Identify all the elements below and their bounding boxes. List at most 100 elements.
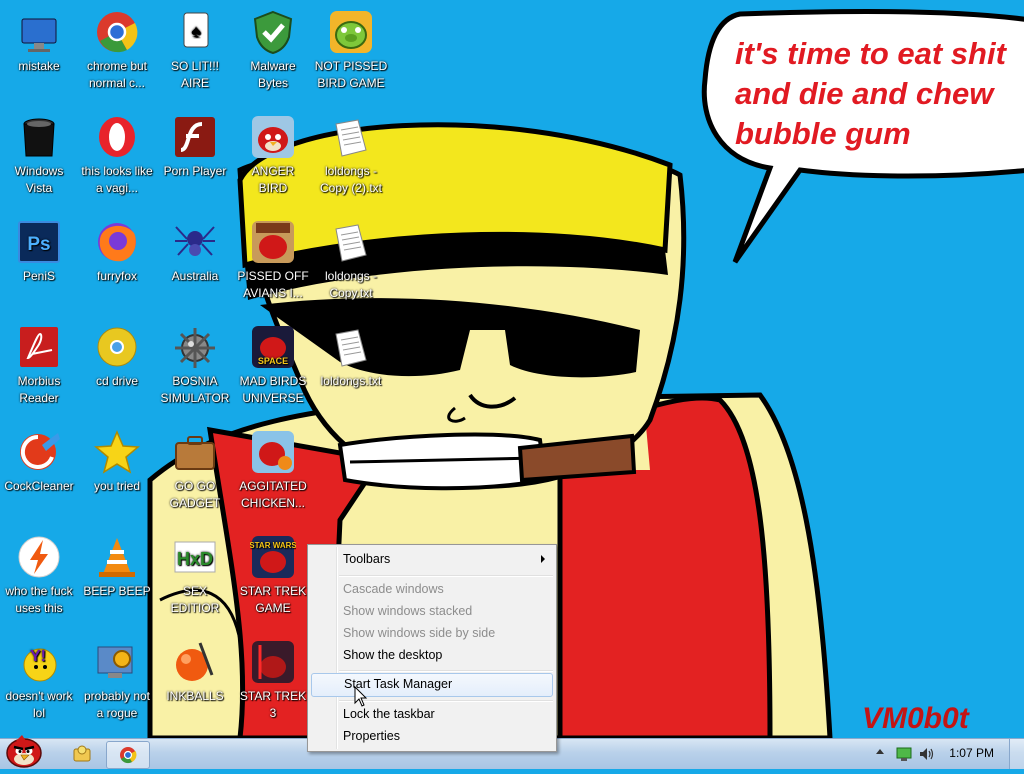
briefcase-icon (172, 429, 218, 475)
menu-item-start-task-manager[interactable]: Start Task Manager (311, 673, 553, 697)
firefox-icon (94, 219, 140, 265)
cd-icon (94, 324, 140, 370)
desktop-icon-label: MAD BIRDS UNIVERSE (239, 374, 307, 405)
desktop-icon[interactable]: cd drive (78, 317, 156, 390)
desktop-icon-label: SO LIT!!! AIRE (170, 59, 219, 90)
svg-text:♠: ♠ (191, 21, 201, 41)
show-hidden-icons-arrow[interactable] (876, 749, 884, 754)
desktop-icon[interactable]: STAR TREK 3 (234, 632, 312, 722)
desktop-icon-label: AGGITATED CHICKEN... (239, 479, 307, 510)
menu-item-label: Toolbars (343, 552, 391, 566)
desktop-icon-label: INKBALLS (166, 689, 224, 703)
menu-separator (339, 575, 553, 577)
red-bird-icon (250, 114, 296, 160)
taskbar-explorer-button[interactable] (62, 741, 102, 767)
desktop-icon[interactable]: loldongs - Copy.txt (312, 212, 390, 302)
text-file-icon (328, 324, 374, 370)
desktop-icon[interactable]: loldongs.txt (312, 317, 390, 390)
desktop-icon[interactable]: CockCleaner (0, 422, 78, 495)
desktop-icon[interactable]: SPACE MAD BIRDS UNIVERSE (234, 317, 312, 407)
chrome-icon (120, 747, 137, 764)
chrome-icon (94, 9, 140, 55)
desktop-icon[interactable]: loldongs - Copy (2).txt (312, 107, 390, 197)
desktop-icon[interactable]: Porn Player (156, 107, 234, 180)
computer-icon (16, 9, 62, 55)
desktop-icon[interactable]: Y! doesn't work lol (0, 632, 78, 722)
desktop-icon-label: cd drive (95, 374, 139, 388)
angry-bird-start-icon (6, 735, 42, 768)
network-icon[interactable] (896, 746, 912, 762)
desktop-icon[interactable]: STAR WARS STAR TREK GAME (234, 527, 312, 617)
desktop-icon[interactable]: BOSNIA SIMULATOR (156, 317, 234, 407)
desktop-icon-label: loldongs - Copy.txt (324, 269, 378, 300)
menu-item-properties[interactable]: Properties (311, 725, 553, 747)
menu-item-label: Properties (343, 729, 400, 743)
menu-item-cascade-windows[interactable]: Cascade windows (311, 578, 553, 600)
desktop-icon-label: this looks like a vagi... (81, 164, 153, 195)
desktop-icon-label: STAR TREK 3 (239, 689, 307, 720)
desktop-icon-label: ANGER BIRD (251, 164, 295, 195)
desktop-icon[interactable]: GO GO GADGET (156, 422, 234, 512)
opera-icon (94, 114, 140, 160)
menu-separator (339, 670, 553, 672)
speech-line: and die and chew (735, 76, 994, 111)
desktop-icon[interactable]: Morbius Reader (0, 317, 78, 407)
photoshop-icon: Ps (16, 219, 62, 265)
star-icon (94, 429, 140, 475)
desktop-icon[interactable]: INKBALLS (156, 632, 234, 705)
desktop-icon-label: GO GO GADGET (169, 479, 221, 510)
show-desktop-button[interactable] (1009, 739, 1024, 769)
shield-icon (250, 9, 296, 55)
desktop-icon[interactable]: chrome but normal c... (78, 2, 156, 92)
rio-bird-icon (250, 429, 296, 475)
speech-line: bubble gum (735, 116, 911, 151)
desktop-icon[interactable]: BEEP BEEP (78, 527, 156, 600)
menu-item-lock-taskbar[interactable]: Lock the taskbar (311, 703, 553, 725)
mouse-cursor-icon (354, 686, 368, 707)
desktop-icon[interactable]: Ps PeniS (0, 212, 78, 285)
menu-item-toolbars[interactable]: Toolbars (311, 548, 553, 570)
pig-icon (328, 9, 374, 55)
desktop-icon-label: you tried (93, 479, 141, 493)
desktop-icon[interactable]: mistake (0, 2, 78, 75)
pdf-icon (16, 324, 62, 370)
desktop-icon[interactable]: ANGER BIRD (234, 107, 312, 197)
desktop-icon[interactable]: Windows Vista (0, 107, 78, 197)
desktop-icon[interactable]: this looks like a vagi... (78, 107, 156, 197)
desktop-icon[interactable]: HxD SEX EDITIOR (156, 527, 234, 617)
desktop-icon-label: NOT PISSED BIRD GAME (314, 59, 388, 90)
menu-item-show-windows-stacked[interactable]: Show windows stacked (311, 600, 553, 622)
desktop-icon-label: furryfox (96, 269, 137, 283)
desktop-icon[interactable]: Malware Bytes (234, 2, 312, 92)
desktop-icon-label: Windows Vista (14, 164, 64, 195)
taskbar-chrome-button[interactable] (106, 741, 150, 769)
desktop-icon[interactable]: you tried (78, 422, 156, 495)
desktop-icon[interactable]: who the fuck uses this (0, 527, 78, 617)
desktop-icon-label: loldongs - Copy (2).txt (319, 164, 382, 195)
desktop-icon[interactable]: NOT PISSED BIRD GAME (312, 2, 390, 92)
menu-item-show-desktop[interactable]: Show the desktop (311, 644, 553, 666)
desktop-icon-label: PISSED OFF AVIANS I... (237, 269, 309, 300)
desktop-icon[interactable]: probably not a rogue (78, 632, 156, 722)
desktop-icon-label: Australia (171, 269, 219, 283)
taskbar-clock[interactable]: 1:07 PM (949, 746, 994, 760)
taskbar-context-menu: Toolbars Cascade windows Show windows st… (307, 544, 557, 752)
volume-icon[interactable] (918, 746, 936, 762)
start-button[interactable] (2, 733, 46, 769)
svg-text:STAR WARS: STAR WARS (250, 541, 296, 550)
vlc-cone-icon (94, 534, 140, 580)
desktop-icon[interactable]: AGGITATED CHICKEN... (234, 422, 312, 512)
menu-item-label: Lock the taskbar (343, 707, 435, 721)
inkball-icon (172, 639, 218, 685)
desktop-icon-label: BOSNIA SIMULATOR (160, 374, 230, 405)
star-wars-bird-2-icon (250, 639, 296, 685)
desktop-icon[interactable]: Australia (156, 212, 234, 285)
menu-separator (339, 700, 553, 702)
desktop-icon[interactable]: PISSED OFF AVIANS I... (234, 212, 312, 302)
menu-item-label: Show the desktop (343, 648, 443, 662)
desktop-icon[interactable]: furryfox (78, 212, 156, 285)
svg-text:Y!: Y! (30, 648, 46, 665)
menu-item-show-side-by-side[interactable]: Show windows side by side (311, 622, 553, 644)
ccleaner-icon (16, 429, 62, 475)
desktop-icon[interactable]: ♠ SO LIT!!! AIRE (156, 2, 234, 92)
